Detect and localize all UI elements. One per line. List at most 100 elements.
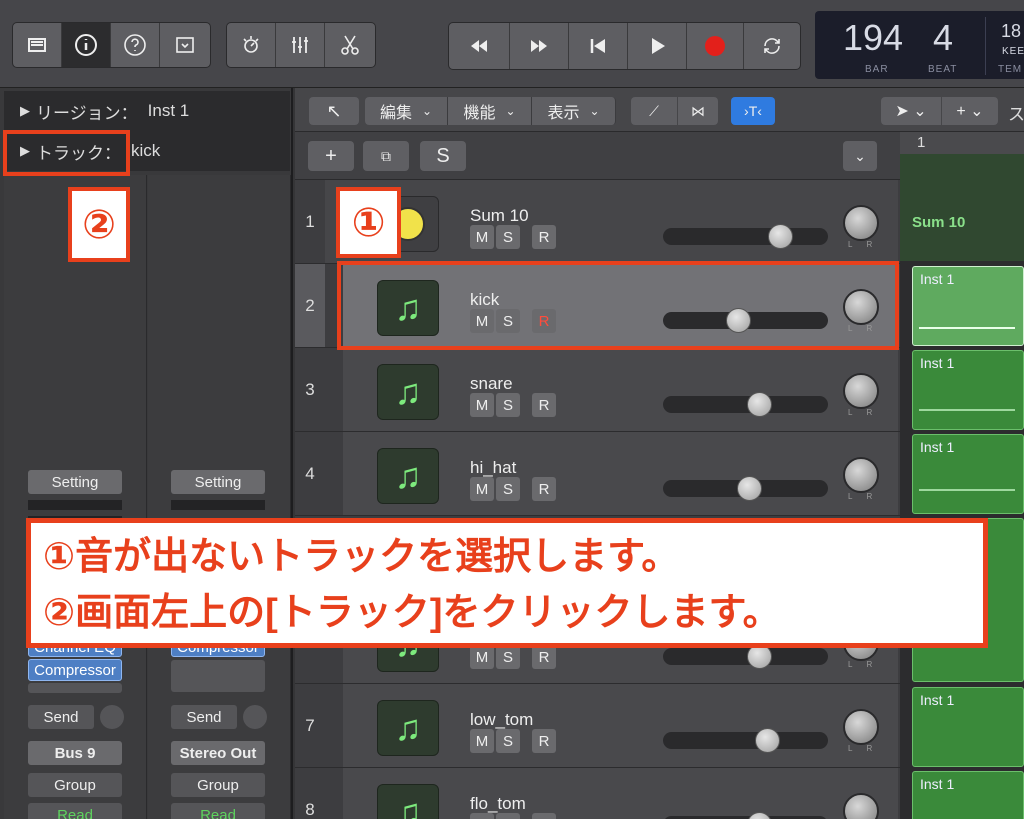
record-enable-button[interactable]: R <box>532 729 556 753</box>
volume-fader[interactable] <box>663 728 828 753</box>
library-icon[interactable] <box>13 23 62 67</box>
mute-button[interactable]: M <box>470 225 494 249</box>
mixer-icon[interactable] <box>276 23 325 67</box>
record-enable-button[interactable]: R <box>532 477 556 501</box>
automation-read-2[interactable]: Read <box>171 803 265 819</box>
solo-button[interactable]: S <box>496 729 520 753</box>
solo-button[interactable]: S <box>496 813 520 819</box>
lcd-display[interactable]: 194 4 BAR BEAT 18 KEE TEM <box>815 11 1024 79</box>
region-hi-hat[interactable]: Inst 1 <box>912 434 1024 514</box>
fader-knob[interactable] <box>768 224 793 249</box>
track-name[interactable]: snare <box>470 374 513 394</box>
send-knob-2[interactable] <box>243 705 267 729</box>
pan-knob[interactable] <box>843 709 879 745</box>
output-bus-9[interactable]: Bus 9 <box>28 741 122 765</box>
fader-knob[interactable] <box>737 476 762 501</box>
automation-icon[interactable]: ⟋ <box>631 97 677 125</box>
mute-button[interactable]: M <box>470 393 494 417</box>
track-number[interactable]: 4 <box>295 432 325 515</box>
setting-button-1[interactable]: Setting <box>28 470 122 494</box>
inspector-icon[interactable] <box>62 23 111 67</box>
region-flo-tom[interactable]: Inst 1 <box>912 771 1024 819</box>
music-note-icon[interactable]: ♫ <box>377 448 439 504</box>
track-name[interactable]: Sum 10 <box>470 206 529 226</box>
eq-display-2[interactable] <box>171 500 265 510</box>
solo-button[interactable]: S <box>496 477 520 501</box>
track-number[interactable]: 2 <box>295 264 325 347</box>
mute-button[interactable]: M <box>470 729 494 753</box>
record-enable-button[interactable]: R <box>532 645 556 669</box>
record-enable-button[interactable]: R <box>532 225 556 249</box>
track-options-icon[interactable]: ⌄ <box>843 141 877 171</box>
region-snare[interactable]: Inst 1 <box>912 350 1024 430</box>
group-button-1[interactable]: Group <box>28 773 122 797</box>
catch-playhead-icon[interactable]: ›T‹ <box>731 97 775 125</box>
fader-knob[interactable] <box>755 728 780 753</box>
record-enable-button[interactable]: R <box>532 813 556 819</box>
volume-fader[interactable] <box>663 644 828 669</box>
plugin-compressor-1[interactable]: Compressor <box>28 659 122 681</box>
pointer-tool-icon[interactable]: ➤ ⌄ <box>881 97 941 125</box>
pan-knob[interactable] <box>843 373 879 409</box>
ruler[interactable]: 1 <box>900 132 1024 154</box>
send-knob-1[interactable] <box>100 705 124 729</box>
volume-fader[interactable] <box>663 476 828 501</box>
track-number[interactable]: 7 <box>295 684 325 767</box>
mute-button[interactable]: M <box>470 645 494 669</box>
region-low-tom[interactable]: Inst 1 <box>912 687 1024 767</box>
help-icon[interactable] <box>111 23 160 67</box>
toolbar-toggle-icon[interactable] <box>160 23 209 67</box>
smart-controls-icon[interactable] <box>227 23 276 67</box>
setting-button-2[interactable]: Setting <box>171 470 265 494</box>
pan-knob[interactable] <box>843 457 879 493</box>
group-button-2[interactable]: Group <box>171 773 265 797</box>
solo-button[interactable]: S <box>496 645 520 669</box>
track-number[interactable]: 3 <box>295 348 325 431</box>
solo-button[interactable]: S <box>496 393 520 417</box>
music-note-icon[interactable]: ♫ <box>377 784 439 819</box>
track-row[interactable]: 3 ♫ snare M S R LR <box>295 348 900 432</box>
functions-menu[interactable]: 機能 ⌄ <box>448 97 532 125</box>
fast-forward-icon[interactable] <box>510 23 570 69</box>
record-icon[interactable] <box>687 23 745 69</box>
fader-knob[interactable] <box>747 392 772 417</box>
send-slot-1[interactable]: Send <box>28 705 94 729</box>
crosshair-tool-icon[interactable]: + ⌄ <box>942 97 998 125</box>
track-number[interactable]: 1 <box>295 180 325 263</box>
track-name[interactable]: low_tom <box>470 710 533 730</box>
music-note-icon[interactable]: ♫ <box>377 364 439 420</box>
empty-plugin-slot-2[interactable] <box>171 660 265 692</box>
duplicate-track-icon[interactable]: ⧉ <box>363 141 409 171</box>
play-icon[interactable] <box>628 23 687 69</box>
pan-knob[interactable] <box>843 205 879 241</box>
track-name[interactable]: hi_hat <box>470 458 516 478</box>
empty-plugin-slot-1[interactable] <box>28 683 122 693</box>
back-arrow-icon[interactable]: ↖ <box>309 97 359 125</box>
summing-region[interactable]: Sum 10 <box>900 154 1024 261</box>
eq-display-1[interactable] <box>28 500 122 510</box>
edit-menu[interactable]: 編集 ⌄ <box>365 97 448 125</box>
rewind-icon[interactable] <box>449 23 510 69</box>
send-slot-2[interactable]: Send <box>171 705 237 729</box>
volume-fader[interactable] <box>663 224 828 249</box>
solo-button[interactable]: S <box>496 225 520 249</box>
view-menu[interactable]: 表示 ⌄ <box>532 97 616 125</box>
volume-fader[interactable] <box>663 392 828 417</box>
region-inspector-header[interactable]: ▶ リージョン： Inst 1 <box>4 91 290 131</box>
region-kick[interactable]: Inst 1 <box>912 266 1024 346</box>
track-row[interactable]: 7 ♫ low_tom M S R LR <box>295 684 900 768</box>
output-stereo-out[interactable]: Stereo Out <box>171 741 265 765</box>
flex-icon[interactable]: ⋈ <box>678 97 718 125</box>
cycle-icon[interactable] <box>744 23 800 69</box>
editors-scissors-icon[interactable] <box>325 23 374 67</box>
track-number[interactable]: 8 <box>295 768 325 819</box>
go-to-beginning-icon[interactable] <box>569 23 628 69</box>
music-note-icon[interactable]: ♫ <box>377 700 439 756</box>
track-row[interactable]: 4 ♫ hi_hat M S R LR <box>295 432 900 516</box>
global-solo-button[interactable]: S <box>420 141 466 171</box>
track-row[interactable]: 8 ♫ flo_tom M S R LR <box>295 768 900 819</box>
track-name[interactable]: flo_tom <box>470 794 526 814</box>
mute-button[interactable]: M <box>470 477 494 501</box>
add-track-button[interactable]: + <box>308 141 354 171</box>
automation-read-1[interactable]: Read <box>28 803 122 819</box>
